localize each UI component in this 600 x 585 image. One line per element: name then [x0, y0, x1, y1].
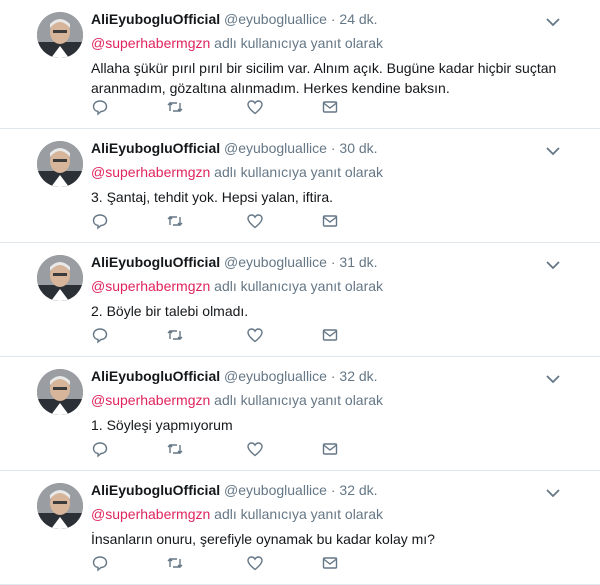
retweet-icon[interactable] [166, 554, 184, 572]
mention-link[interactable]: @superhabermgzn [91, 35, 210, 51]
reply-context-label: adlı kullanıcıya yanıt olarak [210, 164, 384, 180]
reply-context-label: adlı kullanıcıya yanıt olarak [210, 506, 384, 522]
chevron-down-icon[interactable] [546, 485, 560, 498]
tweet[interactable]: AliEyubogluOfficial @eyubogluallice · 24… [0, 0, 600, 129]
direct-message-icon[interactable] [321, 212, 339, 230]
direct-message-icon[interactable] [321, 326, 339, 344]
tweet-text: 2. Böyle bir talebi olmadı. [91, 303, 249, 319]
author-handle[interactable]: @eyubogluallice [224, 482, 327, 498]
separator-dot: · [330, 140, 336, 156]
retweet-icon[interactable] [166, 440, 184, 458]
like-icon[interactable] [246, 440, 264, 458]
tweet-text: İnsanların onuru, şerefiyle oynamak bu k… [91, 531, 435, 547]
separator-dot: · [330, 482, 336, 498]
tweet-header: AliEyubogluOfficial @eyubogluallice · 24… [91, 11, 378, 27]
like-icon[interactable] [246, 98, 264, 116]
like-icon[interactable] [246, 212, 264, 230]
tweet-header: AliEyubogluOfficial @eyubogluallice · 30… [91, 140, 378, 156]
separator-dot: · [330, 368, 336, 384]
reply-context: @superhabermgzn adlı kullanıcıya yanıt o… [91, 506, 383, 522]
direct-message-icon[interactable] [321, 98, 339, 116]
tweet-actions [91, 98, 341, 116]
author-name[interactable]: AliEyubogluOfficial [91, 140, 220, 156]
mention-link[interactable]: @superhabermgzn [91, 506, 210, 522]
tweet-text: Allaha şükür pırıl pırıl bir sicilim var… [91, 60, 557, 96]
tweet-text: 1. Söyleşi yapmıyorum [91, 417, 233, 433]
tweet-timestamp[interactable]: 32 dk. [339, 368, 377, 384]
reply-context: @superhabermgzn adlı kullanıcıya yanıt o… [91, 164, 383, 180]
avatar[interactable] [37, 369, 83, 415]
author-name[interactable]: AliEyubogluOfficial [91, 482, 220, 498]
tweet-timestamp[interactable]: 31 dk. [339, 254, 377, 270]
direct-message-icon[interactable] [321, 440, 339, 458]
author-name[interactable]: AliEyubogluOfficial [91, 11, 220, 27]
author-handle[interactable]: @eyubogluallice [224, 254, 327, 270]
reply-context: @superhabermgzn adlı kullanıcıya yanıt o… [91, 392, 383, 408]
chevron-down-icon[interactable] [546, 371, 560, 384]
chevron-down-icon[interactable] [546, 257, 560, 270]
tweet-actions [91, 440, 341, 458]
separator-dot: · [330, 254, 336, 270]
reply-context-label: adlı kullanıcıya yanıt olarak [210, 392, 384, 408]
reply-icon[interactable] [91, 326, 109, 344]
tweet-timestamp[interactable]: 30 dk. [339, 140, 377, 156]
author-handle[interactable]: @eyubogluallice [224, 368, 327, 384]
tweet[interactable]: AliEyubogluOfficial @eyubogluallice · 32… [0, 471, 600, 585]
tweet-timestamp[interactable]: 24 dk. [339, 11, 377, 27]
author-handle[interactable]: @eyubogluallice [224, 11, 327, 27]
retweet-icon[interactable] [166, 98, 184, 116]
direct-message-icon[interactable] [321, 554, 339, 572]
reply-context-label: adlı kullanıcıya yanıt olarak [210, 35, 384, 51]
like-icon[interactable] [246, 326, 264, 344]
tweet-actions [91, 212, 341, 230]
author-handle[interactable]: @eyubogluallice [224, 140, 327, 156]
reply-context-label: adlı kullanıcıya yanıt olarak [210, 278, 384, 294]
avatar[interactable] [37, 255, 83, 301]
reply-context: @superhabermgzn adlı kullanıcıya yanıt o… [91, 35, 383, 51]
author-name[interactable]: AliEyubogluOfficial [91, 368, 220, 384]
avatar[interactable] [37, 141, 83, 187]
tweet[interactable]: AliEyubogluOfficial @eyubogluallice · 30… [0, 129, 600, 243]
like-icon[interactable] [246, 554, 264, 572]
tweet-timestamp[interactable]: 32 dk. [339, 482, 377, 498]
separator-dot: · [330, 11, 336, 27]
tweet-header: AliEyubogluOfficial @eyubogluallice · 32… [91, 482, 378, 498]
reply-icon[interactable] [91, 554, 109, 572]
author-name[interactable]: AliEyubogluOfficial [91, 254, 220, 270]
chevron-down-icon[interactable] [546, 143, 560, 156]
timeline: AliEyubogluOfficial @eyubogluallice · 24… [0, 0, 600, 585]
tweet-header: AliEyubogluOfficial @eyubogluallice · 31… [91, 254, 378, 270]
tweet[interactable]: AliEyubogluOfficial @eyubogluallice · 32… [0, 357, 600, 471]
mention-link[interactable]: @superhabermgzn [91, 278, 210, 294]
tweet-header: AliEyubogluOfficial @eyubogluallice · 32… [91, 368, 378, 384]
reply-icon[interactable] [91, 440, 109, 458]
avatar[interactable] [37, 483, 83, 529]
mention-link[interactable]: @superhabermgzn [91, 392, 210, 408]
reply-context: @superhabermgzn adlı kullanıcıya yanıt o… [91, 278, 383, 294]
mention-link[interactable]: @superhabermgzn [91, 164, 210, 180]
reply-icon[interactable] [91, 98, 109, 116]
tweet[interactable]: AliEyubogluOfficial @eyubogluallice · 31… [0, 243, 600, 357]
tweet-actions [91, 554, 341, 572]
chevron-down-icon[interactable] [546, 14, 560, 27]
reply-icon[interactable] [91, 212, 109, 230]
avatar[interactable] [37, 12, 83, 58]
retweet-icon[interactable] [166, 212, 184, 230]
tweet-actions [91, 326, 341, 344]
retweet-icon[interactable] [166, 326, 184, 344]
tweet-text: 3. Şantaj, tehdit yok. Hepsi yalan, ifti… [91, 189, 334, 205]
